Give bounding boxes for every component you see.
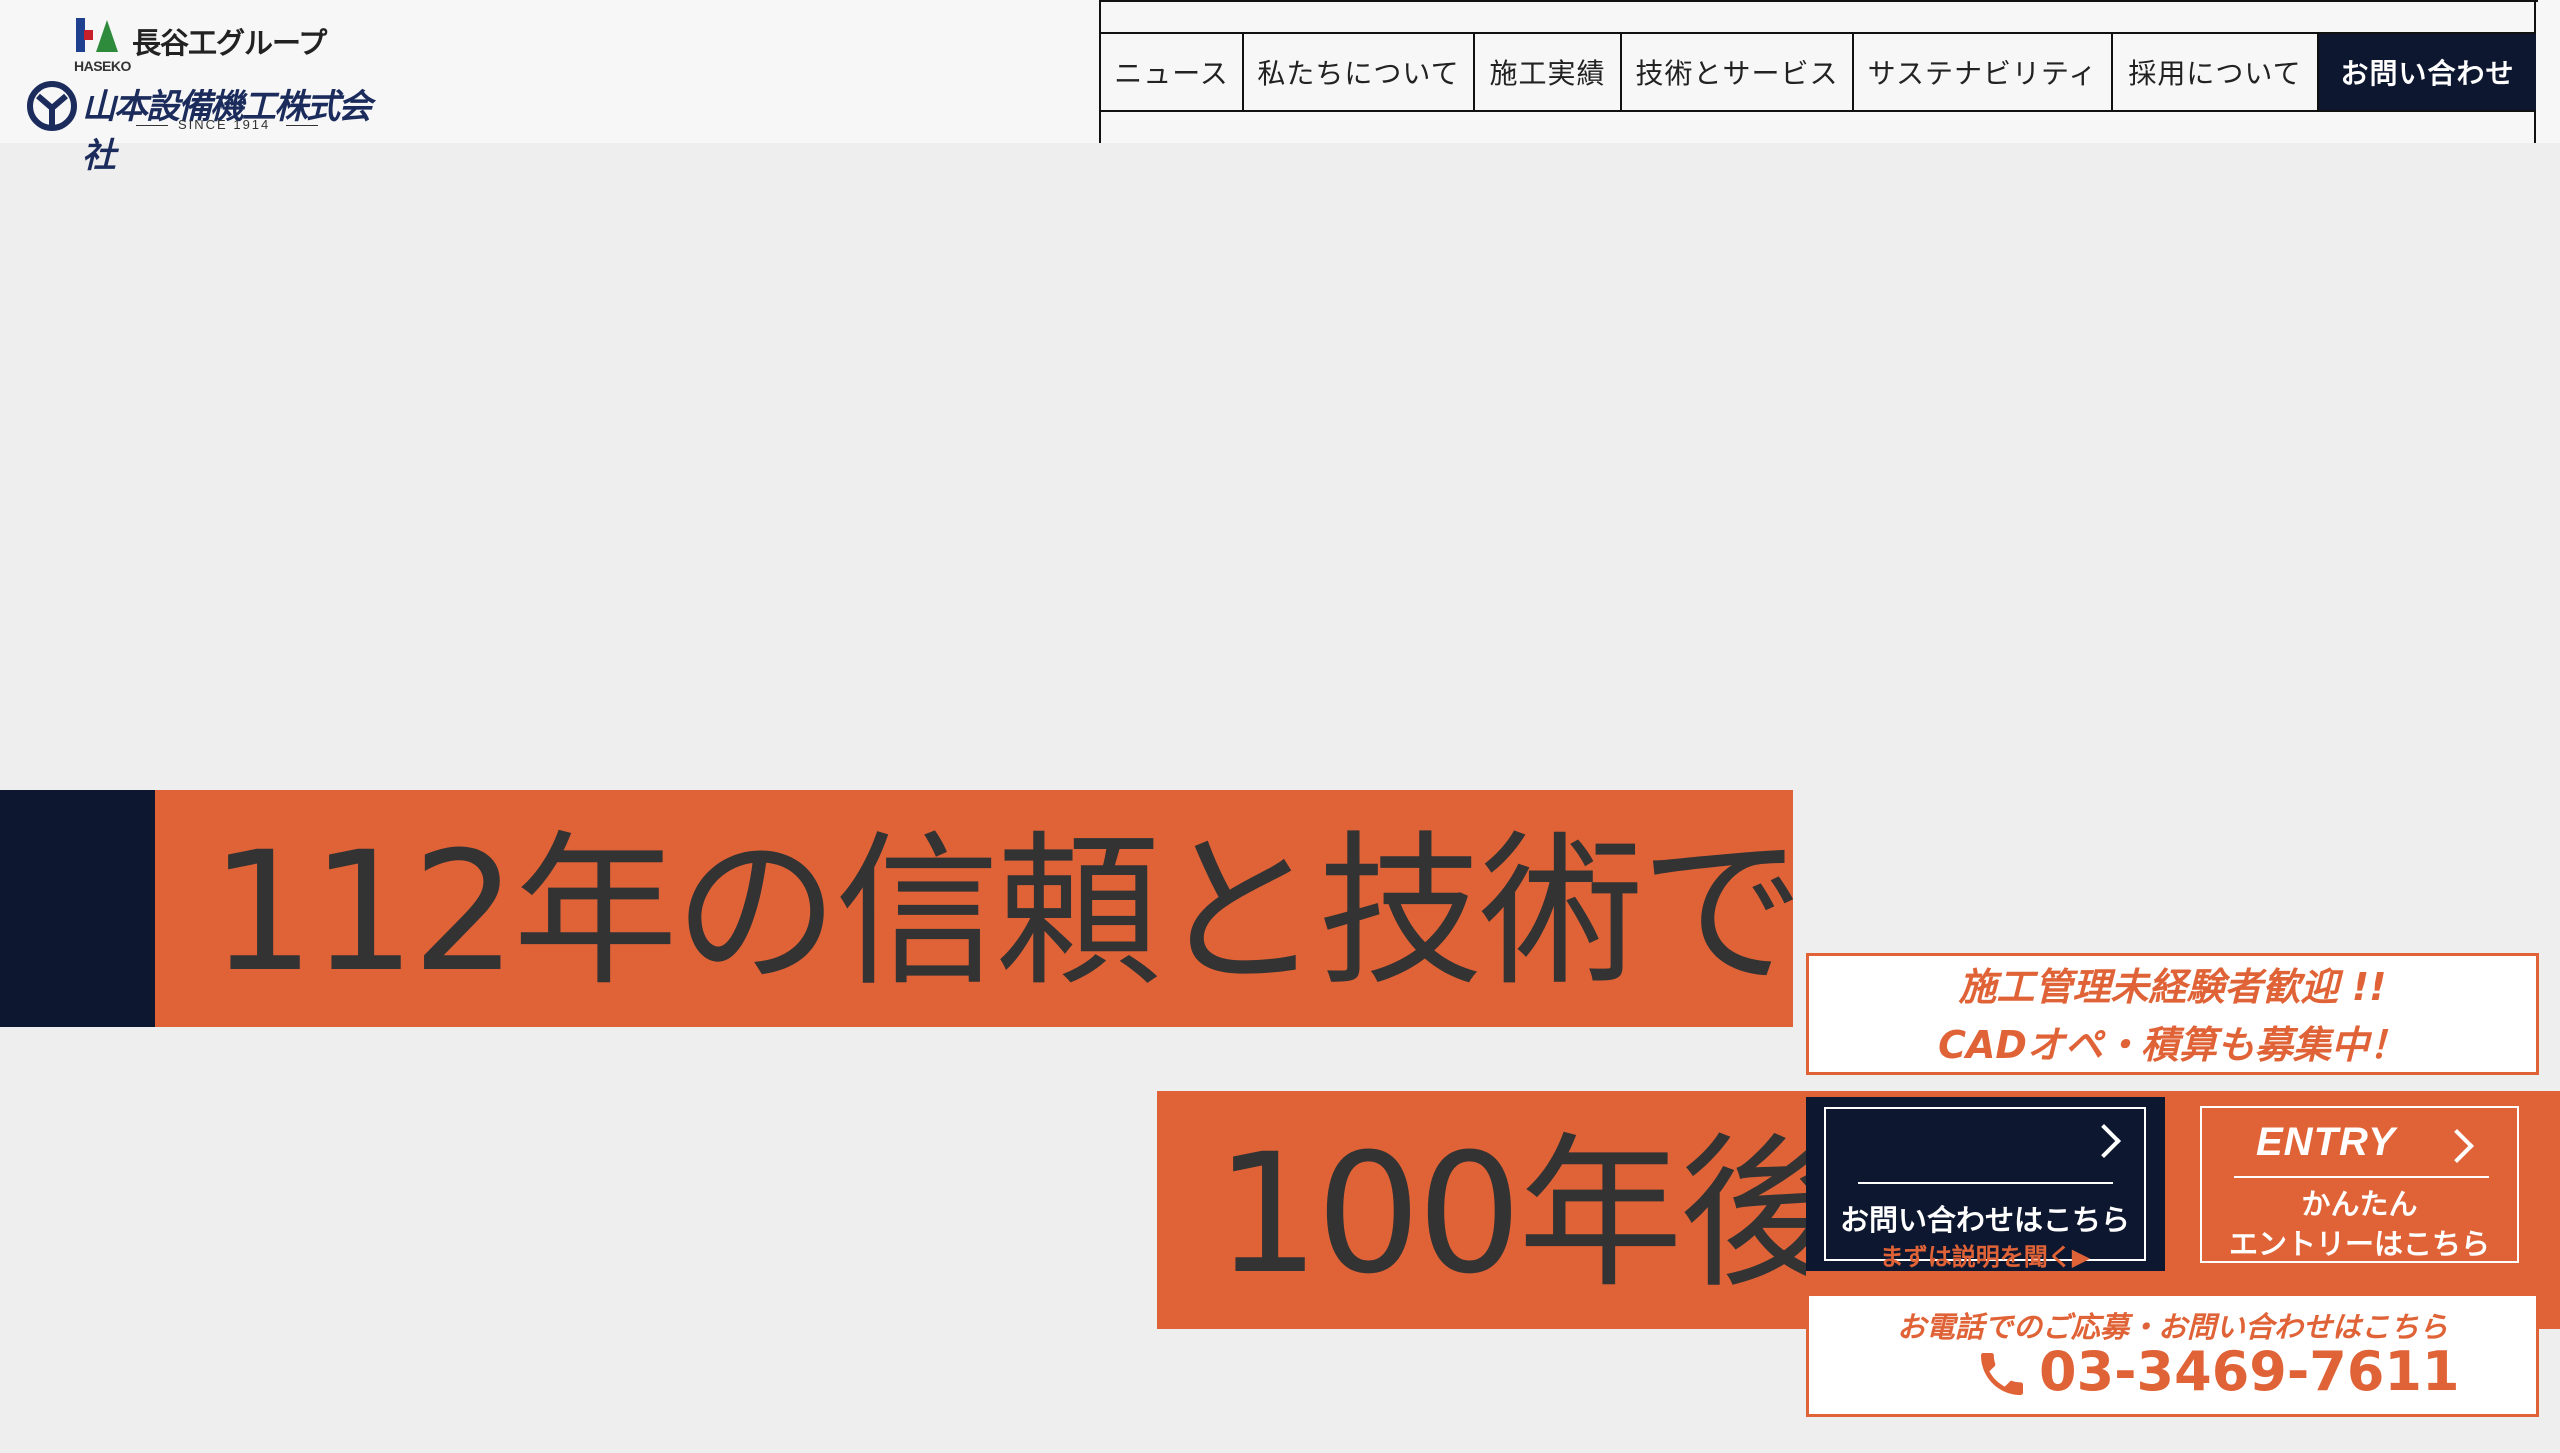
contact-cta-divider xyxy=(1858,1182,2113,1184)
company-logo[interactable]: 長谷工グループ HASEKO 山本設備機工株式会社 SINCE 1914 xyxy=(24,14,384,176)
phone-number[interactable]: 03-3469-7611 xyxy=(2039,1340,2460,1403)
since-divider-left xyxy=(136,125,168,126)
nav-item-contact[interactable]: お問い合わせ xyxy=(2319,34,2536,110)
since-year: SINCE 1914 xyxy=(178,117,271,132)
entry-cta-title: ENTRY xyxy=(2256,1120,2396,1164)
since-divider-right xyxy=(286,125,318,126)
contact-cta-frame: お問い合わせはこちら まずは説明を聞く▶ xyxy=(1824,1107,2146,1271)
entry-cta-sublabel: かんたん エントリーはこちら xyxy=(2202,1184,2517,1264)
recruit-notice: 施工管理未経験者歓迎 !! CADオペ・積算も募集中！ xyxy=(1806,953,2539,1075)
group-name: 長谷工グループ xyxy=(132,26,327,60)
entry-cta-divider xyxy=(2234,1176,2489,1178)
contact-cta-sublabel: まずは説明を聞く▶ xyxy=(1879,1243,2091,1271)
global-nav: ニュース 私たちについて 施工実績 技術とサービス サステナビリティ 採用につい… xyxy=(1101,32,2536,112)
entry-cta-sublabel-line-1: かんたん xyxy=(2301,1187,2418,1221)
nav-item-works[interactable]: 施工実績 xyxy=(1475,34,1622,110)
nav-top-border xyxy=(1099,0,2538,2)
recruit-notice-line-2: CADオペ・積算も募集中！ xyxy=(1938,1023,2407,1067)
recruit-notice-line-1: 施工管理未経験者歓迎 !! xyxy=(1958,965,2387,1009)
hero-band-1-accent xyxy=(0,790,155,1027)
chevron-right-icon xyxy=(2440,1129,2474,1163)
phone-contact-box[interactable]: お電話でのご応募・お問い合わせはこちら 03-3469-7611 xyxy=(1806,1293,2539,1417)
nav-item-news[interactable]: ニュース xyxy=(1101,34,1244,110)
contact-cta-button[interactable]: お問い合わせはこちら まずは説明を聞く▶ xyxy=(1806,1097,2165,1271)
nav-item-recruit[interactable]: 採用について xyxy=(2113,34,2319,110)
phone-icon xyxy=(1981,1353,2023,1395)
nav-item-services[interactable]: 技術とサービス xyxy=(1622,34,1854,110)
nav-item-sustainability[interactable]: サステナビリティ xyxy=(1854,34,2113,110)
entry-cta-button[interactable]: ENTRY かんたん エントリーはこちら xyxy=(2200,1106,2519,1263)
company-emblem-icon xyxy=(27,81,77,131)
nav-item-about[interactable]: 私たちについて xyxy=(1244,34,1475,110)
entry-cta-sublabel-line-2: エントリーはこちら xyxy=(2228,1227,2490,1261)
chevron-right-icon xyxy=(2087,1124,2121,1158)
contact-cta-label: お問い合わせはこちら xyxy=(1839,1203,2130,1237)
haseko-mark-icon xyxy=(76,18,118,52)
hero-headline-1: 112年の信頼と技術で xyxy=(210,816,1805,1008)
site-header: 長谷工グループ HASEKO 山本設備機工株式会社 SINCE 1914 ニュー… xyxy=(0,0,2560,176)
haseko-logo-text: HASEKO xyxy=(74,58,131,74)
